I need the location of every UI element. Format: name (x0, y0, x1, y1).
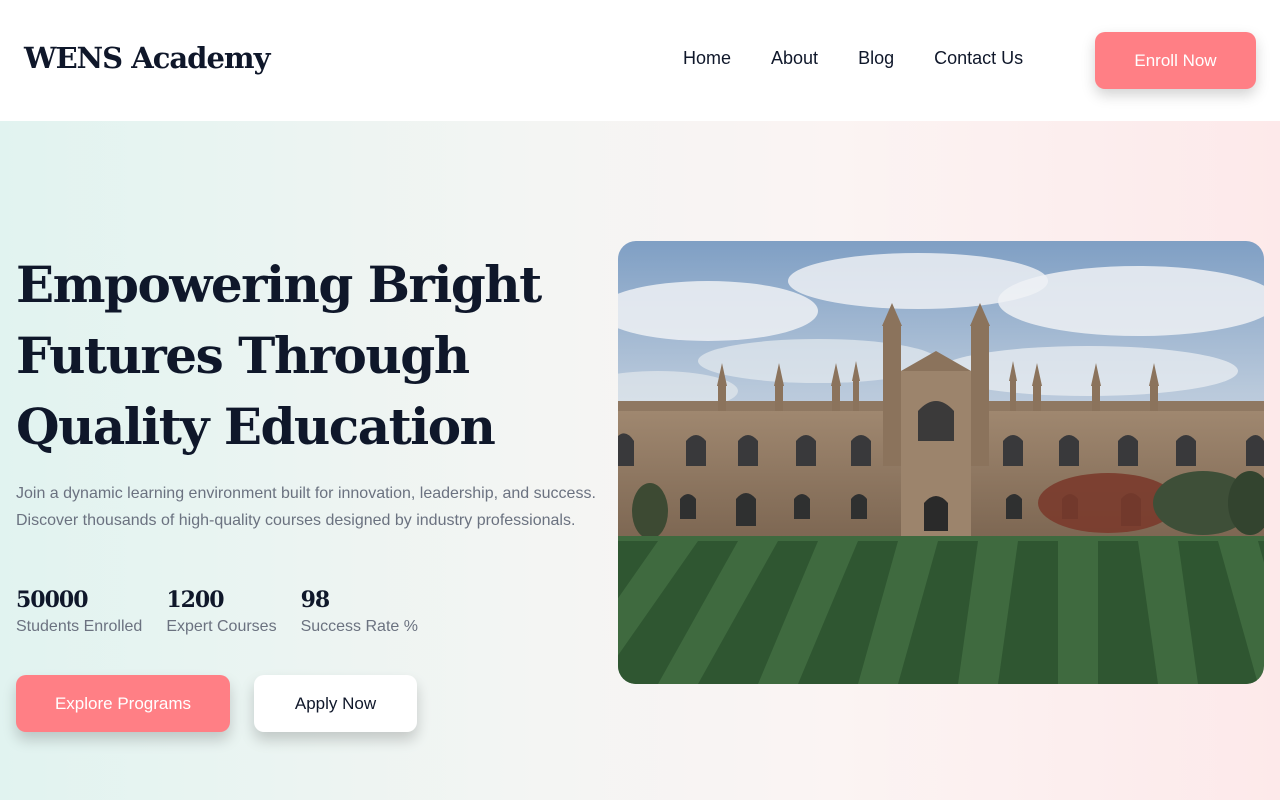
apply-now-button[interactable]: Apply Now (254, 675, 417, 732)
nav-home-link[interactable]: Home (683, 48, 731, 69)
stat-courses: 1200 Expert Courses (166, 585, 276, 636)
campus-image (618, 241, 1264, 684)
stat-students: 50000 Students Enrolled (16, 585, 142, 636)
site-logo[interactable]: WENS Academy (24, 41, 270, 75)
hero-section: Empowering Bright Futures Through Qualit… (0, 121, 1280, 800)
stat-label: Expert Courses (166, 618, 277, 635)
nav-blog-link[interactable]: Blog (858, 48, 894, 69)
site-header: WENS Academy Home About Blog Contact Us … (0, 0, 1280, 121)
hero-description: Join a dynamic learning environment buil… (16, 485, 596, 529)
enroll-now-button[interactable]: Enroll Now (1095, 32, 1256, 89)
nav-contact-link[interactable]: Contact Us (934, 48, 1023, 69)
explore-programs-button[interactable]: Explore Programs (16, 675, 230, 732)
stat-value: 50000 (16, 587, 89, 613)
stats-row: 50000 Students Enrolled 1200 Expert Cour… (16, 585, 418, 636)
main-nav: Home About Blog Contact Us (683, 48, 1023, 69)
stat-label: Success Rate % (300, 618, 418, 635)
hero-title: Empowering Bright Futures Through Qualit… (16, 255, 542, 456)
stat-value: 1200 (166, 587, 224, 613)
stat-success-rate: 98 Success Rate % (301, 585, 418, 636)
cta-buttons: Explore Programs Apply Now (16, 675, 417, 732)
campus-illustration (618, 241, 1264, 684)
stat-value: 98 (300, 587, 331, 613)
nav-about-link[interactable]: About (771, 48, 818, 69)
stat-label: Students Enrolled (16, 618, 143, 635)
